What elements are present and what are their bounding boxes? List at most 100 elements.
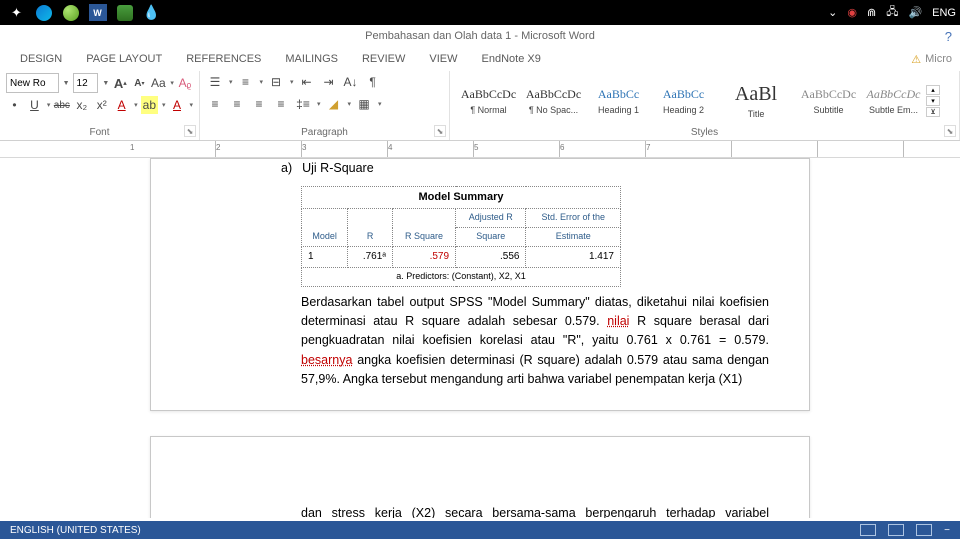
shrink-font-button[interactable]: A▾: [131, 74, 147, 92]
font-dialog-launcher[interactable]: ⬊: [184, 125, 196, 137]
zoom-out-button[interactable]: −: [944, 525, 950, 536]
taskbar-app-green[interactable]: [58, 3, 83, 23]
style-subtitle[interactable]: AaBbCcDcSubtitle: [796, 73, 861, 128]
horizontal-ruler[interactable]: 1 2 3 4 5 6 7: [0, 141, 960, 158]
grow-font-button[interactable]: A▴: [112, 74, 128, 92]
tab-review[interactable]: REVIEW: [350, 53, 417, 65]
window-titlebar: Pembahasan dan Olah data 1 - Microsoft W…: [0, 25, 960, 47]
tray-wifi-icon[interactable]: ⋒: [867, 6, 876, 19]
underline-button[interactable]: U: [26, 96, 43, 114]
decrease-indent-button[interactable]: ⇤: [298, 73, 316, 91]
style-title[interactable]: AaBlTitle: [716, 73, 796, 128]
tray-network-icon[interactable]: 🖧: [886, 3, 898, 22]
cell-rsquare: .579: [393, 247, 456, 268]
cell-r: .761ᵃ: [348, 247, 393, 268]
ribbon: New Ro▼ 12▼ A▴ A▾ Aa▾ Aᵨ • U▾ abc x₂ x² …: [0, 71, 960, 141]
style-heading-1[interactable]: AaBbCcHeading 1: [586, 73, 651, 128]
numbering-button[interactable]: ≡: [237, 73, 255, 91]
show-marks-button[interactable]: ¶: [364, 73, 382, 91]
styles-scroll-up[interactable]: ▴: [926, 85, 940, 95]
ribbon-font-group: New Ro▼ 12▼ A▴ A▾ Aa▾ Aᵨ • U▾ abc x₂ x² …: [0, 71, 200, 140]
styles-dialog-launcher[interactable]: ⬊: [944, 125, 956, 137]
styles-scroll-down[interactable]: ▾: [926, 96, 940, 106]
align-right-button[interactable]: ≡: [250, 95, 268, 113]
help-icon[interactable]: ?: [945, 29, 952, 44]
spss-model-summary-table: Model Summary Model R R Square Adjusted …: [301, 186, 621, 286]
tray-chevron-icon[interactable]: ⌄: [828, 6, 837, 19]
table-title: Model Summary: [302, 187, 621, 209]
ribbon-styles-group: AaBbCcDc¶ Normal AaBbCcDc¶ No Spac... Aa…: [450, 71, 960, 140]
taskbar-idm[interactable]: [112, 3, 137, 23]
status-language[interactable]: ENGLISH (UNITED STATES): [10, 525, 141, 536]
view-print-layout[interactable]: [888, 524, 904, 536]
warning-icon: ⚠: [911, 53, 921, 66]
tab-mailings[interactable]: MAILINGS: [273, 53, 350, 65]
col-adjr-1: Adjusted R: [456, 209, 526, 228]
col-adjr-2: Square: [456, 228, 526, 247]
tray-language[interactable]: ENG: [932, 7, 956, 19]
tab-references[interactable]: REFERENCES: [174, 53, 273, 65]
cell-adjr: .556: [456, 247, 526, 268]
document-area[interactable]: a) Uji R-Square Model Summary Model R R …: [0, 158, 960, 518]
paragraph-2: dan stress kerja (X2) secara bersama-sam…: [301, 504, 769, 518]
section-letter: a): [281, 159, 292, 178]
subscript-button[interactable]: x₂: [73, 96, 90, 114]
col-model: Model: [302, 209, 348, 247]
taskbar-app-1[interactable]: ✦: [4, 3, 29, 23]
tray-security-icon[interactable]: ◉: [847, 6, 857, 19]
style-no-spacing[interactable]: AaBbCcDc¶ No Spac...: [521, 73, 586, 128]
col-r: R: [348, 209, 393, 247]
styles-group-label: Styles: [450, 127, 959, 138]
tab-page-layout[interactable]: PAGE LAYOUT: [74, 53, 174, 65]
style-heading-2[interactable]: AaBbCcHeading 2: [651, 73, 716, 128]
align-center-button[interactable]: ≡: [228, 95, 246, 113]
paragraph-group-label: Paragraph: [200, 127, 449, 138]
tray-volume-icon[interactable]: 🔊: [908, 6, 922, 19]
change-case-button[interactable]: Aa: [150, 74, 166, 92]
font-color-2-button[interactable]: A: [169, 96, 186, 114]
style-subtle-emphasis[interactable]: AaBbCcDcSubtle Em...: [861, 73, 926, 128]
ribbon-tabs: DESIGN PAGE LAYOUT REFERENCES MAILINGS R…: [0, 47, 960, 71]
align-left-button[interactable]: ≡: [206, 95, 224, 113]
shading-button[interactable]: ◢: [325, 95, 343, 113]
view-read-mode[interactable]: [860, 524, 876, 536]
multilevel-button[interactable]: ⊟: [267, 73, 285, 91]
increase-indent-button[interactable]: ⇥: [320, 73, 338, 91]
clear-formatting-button[interactable]: Aᵨ: [177, 74, 193, 92]
font-name-combo[interactable]: New Ro: [6, 73, 59, 93]
justify-button[interactable]: ≡: [272, 95, 290, 113]
warning-label[interactable]: Micro: [925, 53, 952, 65]
highlight-button[interactable]: ab: [141, 96, 158, 114]
window-title: Pembahasan dan Olah data 1 - Microsoft W…: [365, 30, 595, 42]
col-rsquare: R Square: [393, 209, 456, 247]
taskbar-word[interactable]: W: [85, 3, 110, 23]
cell-model: 1: [302, 247, 348, 268]
superscript-button[interactable]: x²: [93, 96, 110, 114]
line-spacing-button[interactable]: ‡≡: [294, 95, 312, 113]
text-effects-button[interactable]: •: [6, 96, 23, 114]
taskbar-edge[interactable]: [31, 3, 56, 23]
document-page-2: dan stress kerja (X2) secara bersama-sam…: [150, 436, 810, 518]
cell-se: 1.417: [526, 247, 621, 268]
strikethrough-button[interactable]: abc: [53, 96, 70, 114]
sort-button[interactable]: A↓: [342, 73, 360, 91]
os-taskbar: ✦ W 💧 ⌄ ◉ ⋒ 🖧 🔊 ENG: [0, 0, 960, 25]
bullets-button[interactable]: ☰: [206, 73, 224, 91]
tab-design[interactable]: DESIGN: [8, 53, 74, 65]
tab-endnote[interactable]: EndNote X9: [470, 53, 553, 65]
paragraph-dialog-launcher[interactable]: ⬊: [434, 125, 446, 137]
status-bar: ENGLISH (UNITED STATES) −: [0, 521, 960, 539]
tab-view[interactable]: VIEW: [417, 53, 469, 65]
section-title: Uji R-Square: [302, 159, 374, 178]
view-web-layout[interactable]: [916, 524, 932, 536]
style-normal[interactable]: AaBbCcDc¶ Normal: [456, 73, 521, 128]
font-group-label: Font: [0, 127, 199, 138]
borders-button[interactable]: ▦: [355, 95, 373, 113]
table-footnote: a. Predictors: (Constant), X2, X1: [302, 267, 621, 286]
font-color-button[interactable]: A: [113, 96, 130, 114]
document-page-1: a) Uji R-Square Model Summary Model R R …: [150, 158, 810, 411]
styles-expand[interactable]: ⊻: [926, 107, 940, 117]
ribbon-paragraph-group: ☰▾ ≡▾ ⊟▾ ⇤ ⇥ A↓ ¶ ≡ ≡ ≡ ≡ ‡≡▾ ◢▾ ▦▾ Para…: [200, 71, 450, 140]
taskbar-app-drop[interactable]: 💧: [139, 3, 164, 23]
font-size-combo[interactable]: 12: [73, 73, 99, 93]
